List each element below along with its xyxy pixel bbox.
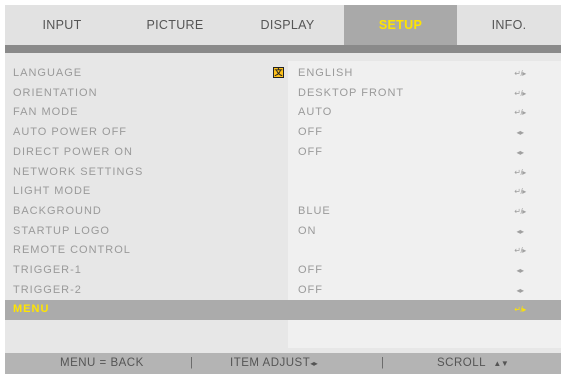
row-label: LANGUAGE xyxy=(13,67,83,79)
tab-setup[interactable]: SETUP xyxy=(344,5,457,45)
tab-info[interactable]: INFO. xyxy=(457,5,561,45)
footer-scroll-label: SCROLL xyxy=(437,357,487,369)
enter-right-icon: ↵/▸ xyxy=(514,187,526,197)
enter-right-icon: ↵/▸ xyxy=(514,88,526,98)
enter-right-icon: ↵/▸ xyxy=(514,108,526,118)
menu-row-menu[interactable]: MENU ↵/▸ xyxy=(5,300,561,321)
tab-picture[interactable]: PICTURE xyxy=(119,5,231,45)
row-value: ON xyxy=(298,224,317,237)
row-label: REMOTE CONTROL xyxy=(13,244,131,257)
projector-osd-menu: INPUT PICTURE DISPLAY SETUP INFO. LANGUA… xyxy=(5,5,561,374)
menu-row-fan-mode[interactable]: FAN MODE AUTO ↵/▸ xyxy=(5,103,561,123)
row-value: BLUE xyxy=(298,204,331,217)
menu-row-trigger-1[interactable]: TRIGGER-1 OFF ◂▸ xyxy=(5,261,561,281)
row-label: DIRECT POWER ON xyxy=(13,145,133,158)
row-value: DESKTOP FRONT xyxy=(298,86,405,99)
enter-right-icon: ↵/▸ xyxy=(514,206,526,216)
left-right-icon: ◂▸ xyxy=(516,285,524,295)
enter-right-icon: ↵/▸ xyxy=(514,246,526,256)
menu-row-orientation[interactable]: ORIENTATION DESKTOP FRONT ↵/▸ xyxy=(5,84,561,104)
menu-row-startup-logo[interactable]: STARTUP LOGO ON ◂▸ xyxy=(5,222,561,242)
left-right-icon: ◂▸ xyxy=(516,128,524,138)
row-label: ORIENTATION xyxy=(13,86,98,99)
menu-row-network-settings[interactable]: NETWORK SETTINGS ↵/▸ xyxy=(5,163,561,183)
row-label: STARTUP LOGO xyxy=(13,224,110,237)
row-label: MENU xyxy=(13,303,50,316)
menu-row-background[interactable]: BACKGROUND BLUE ↵/▸ xyxy=(5,202,561,222)
menu-row-auto-power-off[interactable]: AUTO POWER OFF OFF ◂▸ xyxy=(5,123,561,143)
footer-separator: | xyxy=(381,357,385,369)
footer-scroll-hint: SCROLL ▲▼ xyxy=(437,353,509,374)
spacer xyxy=(5,53,561,61)
row-value: ENGLISH xyxy=(298,67,354,79)
tabs-underline-bar xyxy=(5,45,561,53)
left-right-icon: ◂▸ xyxy=(516,147,524,157)
footer-help-bar: MENU = BACK | ITEM ADJUST◂▸ | SCROLL ▲▼ xyxy=(5,353,561,374)
row-value: OFF xyxy=(298,126,323,139)
menu-row-language[interactable]: LANGUAGE 文 ENGLISH ↵/▸ xyxy=(5,64,561,84)
footer-adjust-hint: ITEM ADJUST◂▸ xyxy=(230,353,318,374)
left-right-icon: ◂▸ xyxy=(516,266,524,275)
row-value: OFF xyxy=(298,283,323,296)
footer-divider xyxy=(5,348,561,351)
row-value: OFF xyxy=(298,145,323,158)
row-value: AUTO xyxy=(298,106,333,119)
menu-row-direct-power-on[interactable]: DIRECT POWER ON OFF ◂▸ xyxy=(5,143,561,163)
footer-separator: | xyxy=(190,357,194,369)
row-label: TRIGGER-2 xyxy=(13,283,82,296)
left-right-icon: ◂▸ xyxy=(516,226,524,236)
menu-row-light-mode[interactable]: LIGHT MODE ↵/▸ xyxy=(5,182,561,202)
up-down-arrows-icon: ▲▼ xyxy=(493,359,509,368)
row-label: NETWORK SETTINGS xyxy=(13,165,144,178)
row-label: BACKGROUND xyxy=(13,204,102,217)
row-label: FAN MODE xyxy=(13,106,79,119)
row-label: AUTO POWER OFF xyxy=(13,126,128,139)
row-value: OFF xyxy=(298,264,323,276)
menu-row-remote-control[interactable]: REMOTE CONTROL ↵/▸ xyxy=(5,241,561,261)
footer-back-hint: MENU = BACK xyxy=(60,357,144,369)
enter-right-icon: ↵/▸ xyxy=(514,69,526,78)
tab-display[interactable]: DISPLAY xyxy=(231,5,344,45)
menu-tabs: INPUT PICTURE DISPLAY SETUP INFO. xyxy=(5,5,561,45)
footer-adjust-label: ITEM ADJUST xyxy=(230,357,311,369)
row-label: TRIGGER-1 xyxy=(13,264,82,276)
row-label: LIGHT MODE xyxy=(13,185,92,198)
tab-input[interactable]: INPUT xyxy=(5,5,119,45)
menu-row-trigger-2[interactable]: TRIGGER-2 OFF ◂▸ xyxy=(5,281,561,301)
enter-right-icon: ↵/▸ xyxy=(514,305,526,315)
enter-right-icon: ↵/▸ xyxy=(514,167,526,177)
left-right-arrows-icon: ◂▸ xyxy=(310,359,318,368)
language-globe-icon: 文 xyxy=(273,67,284,78)
